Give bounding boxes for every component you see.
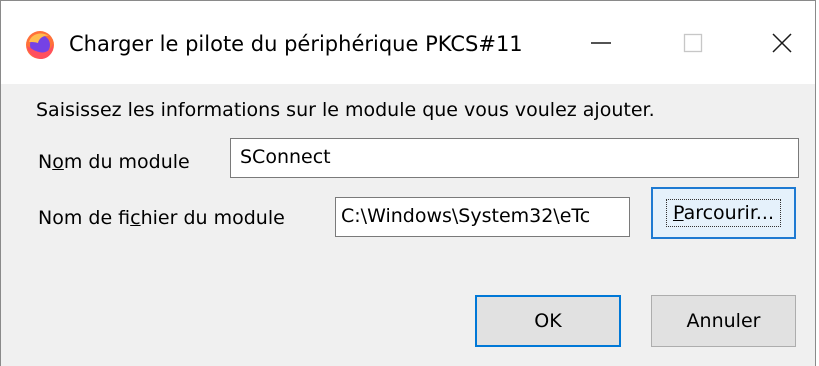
ok-button[interactable]: OK <box>475 295 621 347</box>
minimize-icon <box>590 32 612 58</box>
maximize-button[interactable] <box>658 19 728 71</box>
module-file-label: Nom de fichier du module <box>38 207 285 229</box>
window-title: Charger le pilote du périphérique PKCS#1… <box>69 32 523 56</box>
close-button[interactable] <box>747 19 817 71</box>
firefox-icon <box>25 30 55 60</box>
module-name-input[interactable]: SConnect <box>230 138 799 178</box>
cancel-button[interactable]: Annuler <box>651 295 796 347</box>
module-file-input[interactable]: C:\Windows\System32\eTc <box>335 197 630 237</box>
minimize-button[interactable] <box>566 19 636 71</box>
module-name-label: Nom du module <box>38 151 190 173</box>
dialog-window: Charger le pilote du périphérique PKCS#1… <box>0 0 816 366</box>
browse-button-label: Parcourir... <box>665 199 782 227</box>
title-bar[interactable]: Charger le pilote du périphérique PKCS#1… <box>1 1 815 84</box>
close-icon <box>771 32 793 58</box>
browse-button[interactable]: Parcourir... <box>651 187 796 239</box>
instructions-text: Saisissez les informations sur le module… <box>36 99 655 121</box>
maximize-icon <box>682 32 704 58</box>
